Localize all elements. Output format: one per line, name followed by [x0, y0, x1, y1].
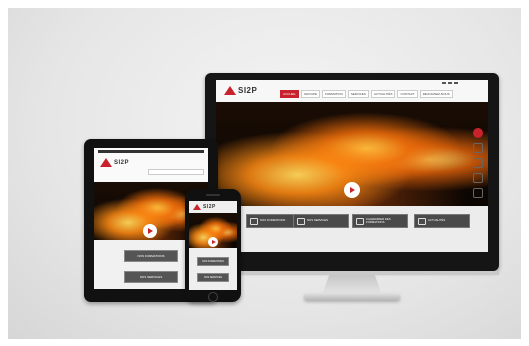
- logo-triangle-icon: [100, 158, 112, 167]
- nav-item-rejoignez[interactable]: REJOIGNEZ-NOUS: [419, 90, 453, 98]
- tile-label: CALENDRIER DES FORMATIONS: [366, 216, 391, 224]
- logo-text: SI2P: [203, 204, 216, 210]
- play-icon: [148, 228, 153, 234]
- phone-hero-fire-image: [189, 213, 237, 248]
- monitor-stand: [322, 275, 382, 295]
- tile-label: ACTUALITÉS: [428, 218, 446, 223]
- tablet-services-button[interactable]: NOS SERVICES: [124, 271, 178, 283]
- logo-text: SI2P: [114, 159, 130, 166]
- phone-formations-button[interactable]: NOS FORMATIONS: [197, 257, 229, 266]
- wrench-icon: [297, 217, 305, 225]
- tile-label: NOS SERVICES: [307, 218, 328, 223]
- tablet-logo[interactable]: SI2P: [100, 158, 129, 167]
- tile-services[interactable]: NOS SERVICES: [293, 214, 349, 228]
- play-button[interactable]: [143, 224, 157, 238]
- monitor-foot: [304, 293, 400, 300]
- logo-text: SI2P: [238, 86, 258, 95]
- nav-item-accueil[interactable]: ACCUEIL: [280, 90, 300, 98]
- phone-services-button[interactable]: NOS SERVICES: [197, 273, 229, 282]
- desktop-screen: SI2P ACCUEIL GROUPE FORMATION SERVICES A…: [216, 80, 488, 252]
- nav-item-groupe[interactable]: GROUPE: [301, 90, 321, 98]
- utility-link[interactable]: [448, 82, 452, 84]
- monitor-chin: [205, 271, 499, 275]
- utility-links: [442, 82, 458, 84]
- play-icon: [350, 187, 355, 193]
- logo-triangle-icon: [193, 204, 201, 210]
- tile-news[interactable]: ACTUALITÉS: [414, 214, 470, 228]
- tablet-top-bar: [98, 150, 204, 153]
- tablet-header: SI2P: [94, 148, 208, 182]
- phone-speaker: [206, 194, 220, 196]
- headset-icon[interactable]: [473, 143, 483, 153]
- main-nav: ACCUEIL GROUPE FORMATION SERVICES ACTUAL…: [280, 90, 453, 98]
- desktop-tiles: NOS FORMATIONS NOS SERVICES CALENDRIER D…: [216, 206, 488, 252]
- megaphone-icon: [418, 217, 426, 225]
- logo-triangle-icon: [224, 86, 236, 95]
- phone-logo[interactable]: SI2P: [193, 204, 216, 210]
- nav-item-actualites[interactable]: ACTUALITÉS: [370, 90, 396, 98]
- utility-link[interactable]: [454, 82, 458, 84]
- play-button[interactable]: [344, 182, 360, 198]
- nav-item-services[interactable]: SERVICES: [347, 90, 369, 98]
- document-icon[interactable]: [473, 173, 483, 183]
- desktop-logo[interactable]: SI2P: [224, 86, 257, 95]
- play-icon: [211, 240, 216, 244]
- utility-link[interactable]: [442, 82, 446, 84]
- close-icon[interactable]: [473, 128, 483, 138]
- nav-item-formation[interactable]: FORMATION: [322, 90, 346, 98]
- tablet-formations-button[interactable]: NOS FORMATIONS: [124, 250, 178, 262]
- chat-icon[interactable]: [473, 158, 483, 168]
- calendar-icon: [356, 217, 364, 225]
- phone-home-button[interactable]: [208, 292, 218, 302]
- desktop-header: SI2P ACCUEIL GROUPE FORMATION SERVICES A…: [216, 80, 488, 103]
- mockup-scene: SI2P ACCUEIL GROUPE FORMATION SERVICES A…: [8, 8, 521, 339]
- calendar-icon[interactable]: [473, 188, 483, 198]
- tile-calendar[interactable]: CALENDRIER DES FORMATIONS: [352, 214, 408, 228]
- side-toolbar: [470, 128, 486, 198]
- book-icon: [250, 217, 258, 225]
- tablet-search-input[interactable]: [148, 169, 204, 175]
- tile-label: NOS FORMATIONS: [260, 218, 286, 223]
- phone-screen: SI2P NOS FORMATIONS NOS SERVICES: [189, 201, 237, 290]
- desktop-hero-fire-image: [216, 102, 488, 206]
- play-button[interactable]: [208, 237, 218, 247]
- nav-item-contact[interactable]: CONTACT: [397, 90, 418, 98]
